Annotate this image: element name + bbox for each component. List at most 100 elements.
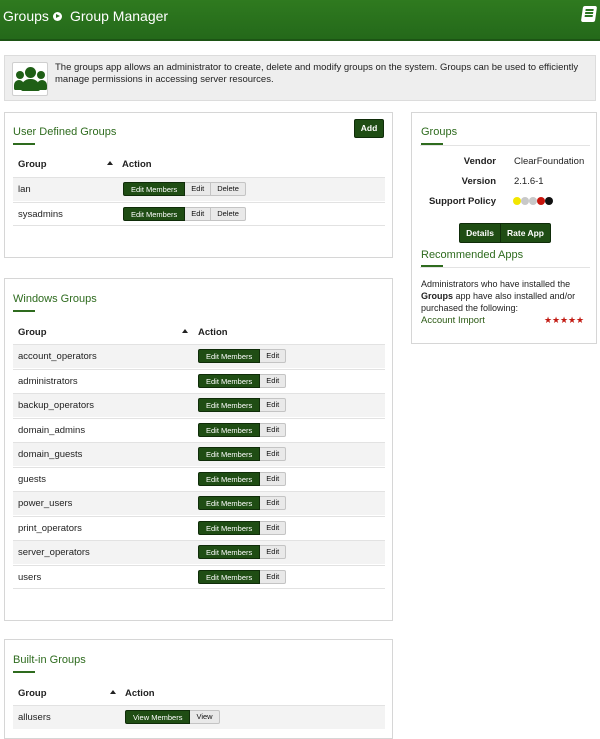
table-row: domain_guests Edit Members Edit [13,442,385,466]
edit-button[interactable]: Edit [260,520,287,535]
column-header-group[interactable]: Group [18,688,47,699]
breadcrumb-root-link[interactable]: Groups [3,8,49,24]
column-header-group[interactable]: Group [18,327,47,338]
group-name: sysadmins [18,209,63,220]
edit-members-button[interactable]: Edit Members [123,207,186,221]
support-policy-label: Support Policy [428,196,496,207]
edit-button[interactable]: Edit [260,545,287,559]
edit-button[interactable]: Edit [260,569,287,584]
table-row: domain_admins Edit Members Edit [13,417,385,442]
table-row: account_operators Edit Members Edit [13,344,385,368]
windows-groups-panel: Windows Groups Group Action account_oper… [4,278,393,621]
edit-button[interactable]: Edit [185,207,212,221]
table-row: power_users Edit Members Edit [13,491,385,515]
edit-members-button[interactable]: Edit Members [198,422,261,437]
group-name: backup_operators [18,400,95,411]
recommended-rating: ★ ★ ★ ★ ★ [544,316,588,326]
sort-ascending-icon[interactable] [182,329,188,333]
edit-members-button[interactable]: Edit Members [198,471,261,486]
table-row: administrators Edit Members Edit [13,368,385,393]
delete-button[interactable]: Delete [211,182,246,196]
title-underline [13,310,35,312]
edit-members-button[interactable]: Edit Members [198,545,261,559]
support-policy-row: Support Policy [412,196,598,208]
help-book-icon[interactable] [580,6,598,22]
panel-title: User Defined Groups [13,126,117,138]
edit-members-button[interactable]: Edit Members [123,182,186,196]
group-name: lan [18,184,31,195]
row-actions: View Members View [125,710,220,724]
edit-members-button[interactable]: Edit Members [198,569,261,584]
support-level-dot [529,197,537,205]
star-icon: ★ [552,315,561,325]
vendor-value: ClearFoundation [514,156,585,167]
edit-button[interactable]: Edit [260,447,287,461]
table-row: backup_operators Edit Members Edit [13,393,385,417]
column-header-group[interactable]: Group [18,159,47,170]
view-button[interactable]: View [190,710,220,724]
table-row: guests Edit Members Edit [13,466,385,491]
edit-button[interactable]: Edit [260,373,287,388]
row-actions: Edit Members Edit Delete [123,182,246,196]
edit-members-button[interactable]: Edit Members [198,447,261,461]
group-name: domain_admins [18,424,86,436]
view-members-button[interactable]: View Members [125,710,191,724]
app-intro-box: The groups app allows an administrator t… [4,55,596,101]
group-name: guests [18,473,46,485]
row-actions: Edit Members Edit [198,349,287,363]
builtin-groups-panel: Built-in Groups Group Action allusers Vi… [4,639,393,739]
edit-members-button[interactable]: Edit Members [198,520,261,535]
rate-app-button[interactable]: Rate App [500,223,551,243]
version-label: Version [461,176,496,187]
support-level-dot [545,197,553,205]
star-icon: ★ [568,315,577,325]
group-name: domain_guests [18,449,83,460]
edit-members-button[interactable]: Edit Members [198,373,261,388]
recommended-app-link[interactable]: Account Import [421,315,485,326]
star-icon: ★ [576,315,585,325]
edit-members-button[interactable]: Edit Members [198,496,261,510]
table-row: print_operators Edit Members Edit [13,515,385,540]
recommended-description: Administrators who have installed the Gr… [421,278,593,314]
sidebar-button-group: Details Rate App [459,223,551,243]
column-header-action: Action [125,688,155,699]
edit-button[interactable]: Edit [260,496,287,510]
sort-ascending-icon[interactable] [107,161,113,165]
table-row: server_operators Edit Members Edit [13,540,385,564]
row-actions: Edit Members Edit [198,545,287,559]
row-actions: Edit Members Edit [198,496,287,510]
row-actions: Edit Members Edit [198,422,287,437]
row-actions: Edit Members Edit [198,447,287,461]
edit-button[interactable]: Edit [185,182,212,196]
groups-app-icon [12,62,48,96]
edit-button[interactable]: Edit [260,349,287,363]
row-actions: Edit Members Edit [198,471,287,486]
row-actions: Edit Members Edit [198,398,287,412]
sort-ascending-icon[interactable] [110,690,116,694]
row-actions: Edit Members Edit [198,569,287,584]
edit-button[interactable]: Edit [260,422,287,437]
column-header-action: Action [122,159,152,170]
add-group-button[interactable]: Add [354,119,384,138]
title-underline [13,671,35,673]
vendor-row: Vendor ClearFoundation [412,156,598,168]
edit-button[interactable]: Edit [260,398,287,412]
version-value: 2.1.6-1 [514,176,544,187]
breadcrumb-arrow-icon [53,12,62,21]
group-name: users [18,571,42,583]
sidebar-title: Groups [421,126,458,138]
edit-members-button[interactable]: Edit Members [198,398,261,412]
title-underline [13,143,35,145]
top-bar: Groups Group Manager [0,0,600,41]
star-icon: ★ [560,315,569,325]
group-name: allusers [18,712,51,723]
user-defined-groups-panel: User Defined Groups Add Group Action lan… [4,112,393,258]
recommended-apps-title: Recommended Apps [421,249,524,261]
edit-members-button[interactable]: Edit Members [198,349,261,363]
delete-button[interactable]: Delete [211,207,246,221]
details-button[interactable]: Details [459,223,501,243]
column-header-action: Action [198,327,228,338]
table-row: allusers View Members View [13,705,385,729]
page-title: Group Manager [70,8,169,24]
edit-button[interactable]: Edit [260,471,287,486]
